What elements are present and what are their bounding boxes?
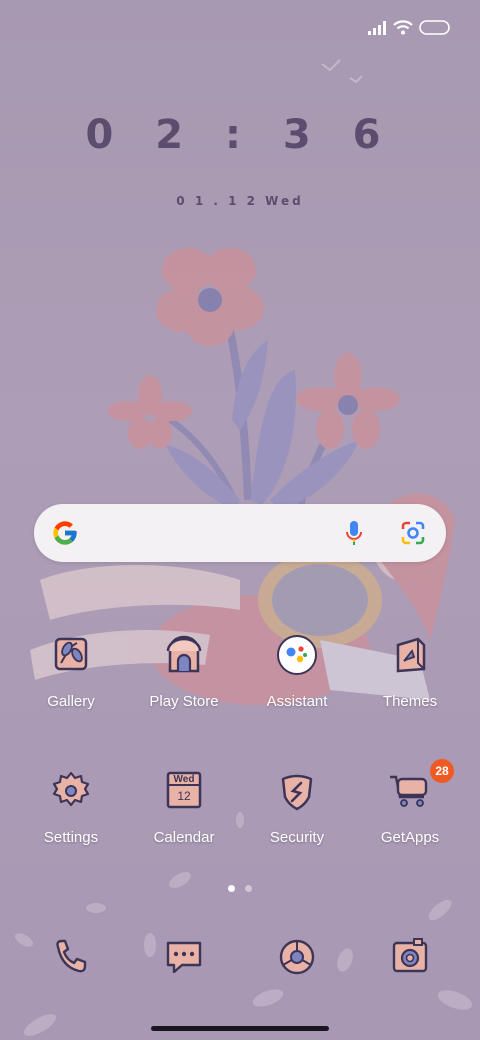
app-play-store[interactable]: Play Store (129, 631, 239, 710)
app-security[interactable]: Security (242, 767, 352, 846)
home-indicator[interactable] (151, 1026, 329, 1031)
getapps-icon: 28 (386, 759, 454, 815)
app-calendar[interactable]: Wed 12 Calendar (129, 767, 239, 846)
wifi-icon (393, 20, 413, 35)
app-label-gallery: Gallery (47, 693, 95, 710)
play-store-icon (160, 631, 208, 679)
google-g-icon (53, 521, 77, 545)
app-label-getapps: GetApps (380, 829, 440, 846)
camera-icon[interactable] (390, 937, 430, 977)
app-getapps[interactable]: 28 GetApps (355, 759, 465, 846)
calendar-day-text: Wed (174, 774, 195, 785)
settings-icon (47, 767, 95, 815)
app-settings[interactable]: Settings (16, 767, 126, 846)
page-dot (245, 885, 252, 892)
app-label-play-store: Play Store (149, 693, 219, 710)
date-label: 0 1 . 1 2 Wed (176, 194, 304, 208)
battery-icon (419, 20, 450, 35)
app-themes[interactable]: Themes (355, 631, 465, 710)
app-gallery[interactable]: Gallery (16, 631, 126, 710)
clock-widget[interactable]: 0 2 : 3 6 (0, 112, 480, 158)
mic-icon[interactable] (345, 520, 363, 546)
messages-icon[interactable] (164, 937, 204, 977)
app-label-assistant: Assistant (266, 693, 328, 710)
phone-icon[interactable] (50, 937, 90, 977)
lens-icon[interactable] (400, 520, 426, 546)
assistant-icon (273, 631, 321, 679)
notification-badge: 28 (430, 759, 454, 783)
page-indicator[interactable] (0, 879, 480, 897)
gallery-icon (47, 631, 95, 679)
app-label-settings: Settings (43, 829, 99, 846)
app-label-calendar: Calendar (153, 829, 215, 846)
calendar-icon: Wed 12 (160, 767, 208, 815)
app-label-themes: Themes (382, 693, 438, 710)
themes-icon (386, 631, 434, 679)
app-assistant[interactable]: Assistant (242, 631, 352, 710)
status-bar (0, 0, 480, 56)
calendar-date-text: 12 (177, 789, 191, 803)
app-label-security: Security (269, 829, 325, 846)
signal-icon (368, 21, 386, 35)
page-dot-active (228, 885, 235, 892)
security-icon (273, 767, 321, 815)
browser-icon[interactable] (277, 937, 317, 977)
google-search-bar[interactable] (34, 504, 446, 562)
